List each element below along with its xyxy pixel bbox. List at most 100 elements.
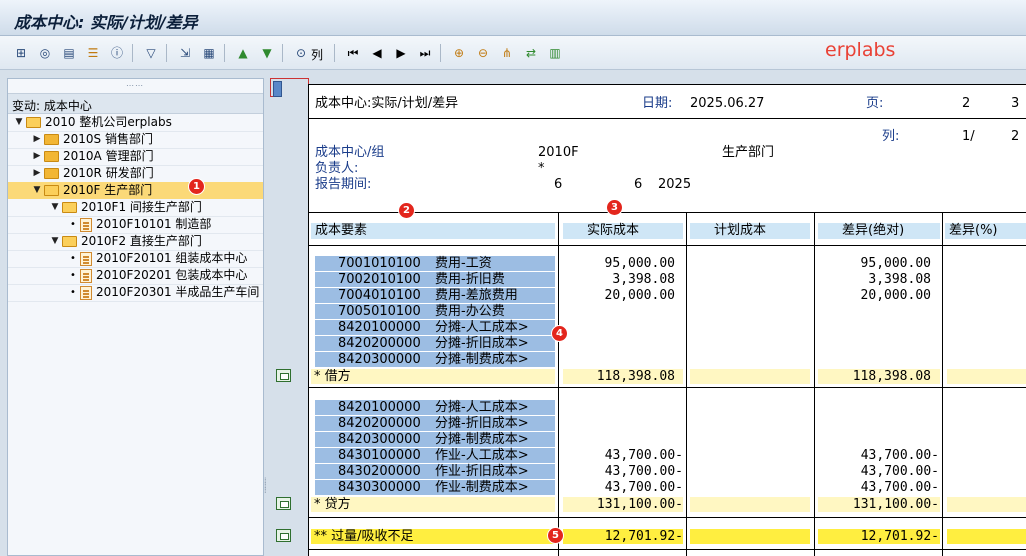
cost-element-name[interactable]: 费用-工资: [435, 256, 492, 271]
panel-grip-icon[interactable]: ⋯⋯: [126, 82, 144, 90]
tree-node-2010[interactable]: ▼ 2010 整机公司erplabs: [14, 114, 172, 131]
folder-open-icon: [44, 185, 59, 196]
cost-element-name[interactable]: 费用-差旅费用: [435, 288, 518, 303]
splitter-grip-icon[interactable]: ⁞ ⁞ ⁞: [264, 477, 268, 495]
tree-node-2010f10101[interactable]: • 2010F10101 制造部: [68, 216, 211, 233]
cost-element-id[interactable]: 8420300000: [338, 432, 421, 447]
cost-element-name[interactable]: 费用-办公费: [435, 304, 505, 319]
columns-label[interactable]: 列: [311, 46, 323, 63]
variance-cell[interactable]: 43,700.00-: [819, 480, 939, 495]
graphic-icon[interactable]: ▥: [546, 44, 564, 62]
variance-cell[interactable]: 43,700.00-: [819, 448, 939, 463]
variance-cell[interactable]: 3,398.08: [819, 272, 931, 287]
column-header-actual[interactable]: 实际成本: [563, 223, 683, 239]
tree-node-label: 2010A 管理部门: [63, 149, 154, 163]
hierarchy-icon[interactable]: ⊞: [12, 44, 30, 62]
expanded-triangle-icon[interactable]: ▼: [32, 182, 42, 199]
toolbar-separator: [132, 44, 133, 62]
tree-node-2010f20101[interactable]: • 2010F20101 组装成本中心: [68, 250, 247, 267]
cost-element-name[interactable]: 分摊-折旧成本>: [435, 336, 529, 351]
pane-splitter[interactable]: ⁞ ⁞ ⁞: [264, 78, 270, 556]
actual-cost-cell[interactable]: 3,398.08: [563, 272, 675, 287]
expanded-triangle-icon[interactable]: ▼: [14, 114, 24, 131]
tree-node-2010f20301[interactable]: • 2010F20301 半成品生产车间: [68, 284, 259, 301]
actual-cost-cell[interactable]: 43,700.00-: [563, 480, 683, 495]
cost-element-name[interactable]: 费用-折旧费: [435, 272, 505, 287]
info-icon[interactable]: ⓘ: [108, 44, 126, 62]
tree-node-2010f2[interactable]: ▼ 2010F2 直接生产部门: [50, 233, 202, 250]
print-preview-icon[interactable]: ▤: [60, 44, 78, 62]
export-icon[interactable]: ⇄: [522, 44, 540, 62]
overview-icon[interactable]: ◎: [36, 44, 54, 62]
layout-icon[interactable]: ☰: [84, 44, 102, 62]
column-label: 列:: [882, 129, 900, 144]
tree-node-label: 2010F20101 组装成本中心: [96, 251, 248, 265]
cost-element-id[interactable]: 8420200000: [338, 336, 421, 351]
cost-element-name[interactable]: 作业-制费成本>: [435, 480, 529, 495]
subtotal-marker-icon[interactable]: [276, 497, 291, 510]
column-header-cost-element[interactable]: 成本要素: [311, 223, 555, 239]
credit-total-actual[interactable]: 131,100.00-: [563, 497, 683, 512]
subtotal-marker-icon[interactable]: [276, 369, 291, 382]
structure-icon[interactable]: ⋔: [498, 44, 516, 62]
cost-element-name[interactable]: 作业-折旧成本>: [435, 464, 529, 479]
total-marker-icon[interactable]: [276, 529, 291, 542]
cost-element-id[interactable]: 8430200000: [338, 464, 421, 479]
cost-element-id[interactable]: 8420200000: [338, 416, 421, 431]
cost-element-id[interactable]: 8430100000: [338, 448, 421, 463]
collapsed-triangle-icon[interactable]: ▶: [32, 165, 42, 182]
variance-cell[interactable]: 43,700.00-: [819, 464, 939, 479]
drilldown-icon[interactable]: ⇲: [176, 44, 194, 62]
column-header-variance-abs[interactable]: 差异(绝对): [818, 223, 940, 239]
cost-element-name[interactable]: 分摊-人工成本>: [435, 320, 529, 335]
find-icon[interactable]: ⊙: [292, 44, 310, 62]
debit-total-variance[interactable]: 118,398.08: [819, 369, 931, 384]
grand-total-actual[interactable]: 12,701.92-: [563, 529, 683, 544]
collapsed-triangle-icon[interactable]: ▶: [32, 148, 42, 165]
navigation-bar-icon[interactable]: [273, 81, 282, 97]
filter-icon[interactable]: ▽: [142, 44, 160, 62]
collapsed-triangle-icon[interactable]: ▶: [32, 131, 42, 148]
column-header-plan[interactable]: 计划成本: [690, 223, 810, 239]
actual-cost-cell[interactable]: 43,700.00-: [563, 464, 683, 479]
tree-node-2010s[interactable]: ▶ 2010S 销售部门: [32, 131, 153, 148]
last-page-icon[interactable]: ⏭: [416, 44, 434, 62]
expanded-triangle-icon[interactable]: ▼: [50, 233, 60, 250]
cost-element-id[interactable]: 7002010100: [338, 272, 421, 287]
expanded-triangle-icon[interactable]: ▼: [50, 199, 60, 216]
tree-node-2010a[interactable]: ▶ 2010A 管理部门: [32, 148, 154, 165]
cost-element-id[interactable]: 7001010100: [338, 256, 421, 271]
actual-cost-cell[interactable]: 95,000.00: [563, 256, 675, 271]
tree-node-2010f20201[interactable]: • 2010F20201 包装成本中心: [68, 267, 247, 284]
tree-node-2010f[interactable]: ▼ 2010F 生产部门: [32, 182, 153, 199]
tree-node-2010f1[interactable]: ▼ 2010F1 间接生产部门: [50, 199, 202, 216]
cost-element-id[interactable]: 7004010100: [338, 288, 421, 303]
variance-cell[interactable]: 95,000.00: [819, 256, 931, 271]
sort-ascending-icon[interactable]: ▲: [234, 44, 252, 62]
cost-element-id[interactable]: 8420300000: [338, 352, 421, 367]
cost-element-id[interactable]: 7005010100: [338, 304, 421, 319]
collapse-icon[interactable]: ⊖: [474, 44, 492, 62]
cost-element-id[interactable]: 8430300000: [338, 480, 421, 495]
cost-element-id[interactable]: 8420100000: [338, 400, 421, 415]
cost-element-name[interactable]: 分摊-制费成本>: [435, 432, 529, 447]
cost-element-id[interactable]: 8420100000: [338, 320, 421, 335]
sort-descending-icon[interactable]: ▼: [258, 44, 276, 62]
grand-total-variance[interactable]: 12,701.92-: [819, 529, 939, 544]
next-page-icon[interactable]: ▶: [392, 44, 410, 62]
debit-total-actual[interactable]: 118,398.08: [563, 369, 675, 384]
cost-element-name[interactable]: 作业-人工成本>: [435, 448, 529, 463]
first-page-icon[interactable]: ⏮: [344, 44, 362, 62]
actual-cost-cell[interactable]: 43,700.00-: [563, 448, 683, 463]
cost-element-name[interactable]: 分摊-制费成本>: [435, 352, 529, 367]
tree-node-2010r[interactable]: ▶ 2010R 研发部门: [32, 165, 154, 182]
previous-page-icon[interactable]: ◀: [368, 44, 386, 62]
cost-element-name[interactable]: 分摊-人工成本>: [435, 400, 529, 415]
credit-total-variance[interactable]: 131,100.00-: [819, 497, 939, 512]
variance-cell[interactable]: 20,000.00: [819, 288, 931, 303]
report-icon[interactable]: ▦: [200, 44, 218, 62]
cost-element-name[interactable]: 分摊-折旧成本>: [435, 416, 529, 431]
column-header-variance-pct[interactable]: 差异(%): [945, 223, 1026, 239]
expand-icon[interactable]: ⊕: [450, 44, 468, 62]
actual-cost-cell[interactable]: 20,000.00: [563, 288, 675, 303]
